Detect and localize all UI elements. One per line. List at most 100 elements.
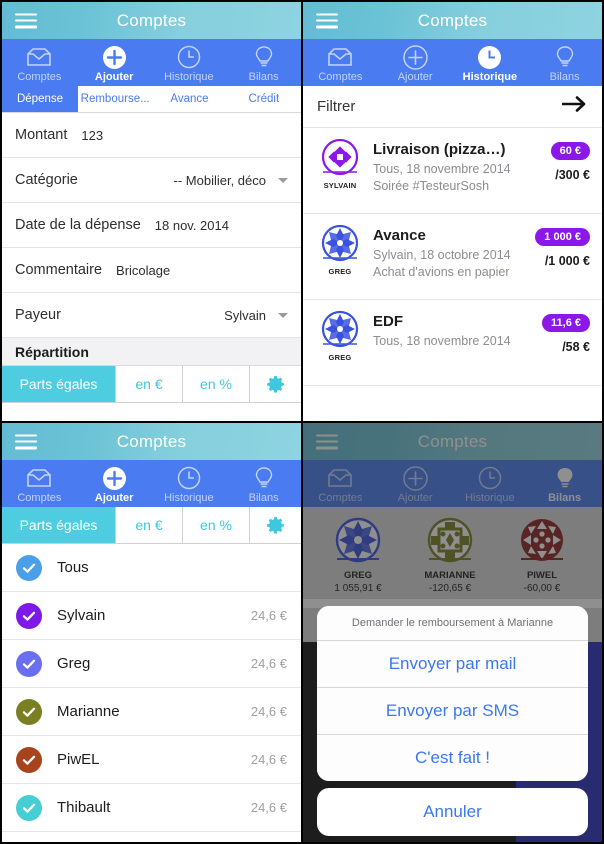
action-send-mail[interactable]: Envoyer par mail xyxy=(317,641,588,688)
nav-item-comptes[interactable]: Comptes xyxy=(303,39,378,86)
balance-item[interactable]: MARIANNE -120,65 € xyxy=(413,516,487,594)
list-item[interactable]: Greg 24,6 € xyxy=(2,640,301,688)
field-montant[interactable]: Montant 123 xyxy=(2,113,301,158)
action-mark-done[interactable]: C'est fait ! xyxy=(317,735,588,781)
split-mode-percent[interactable]: en % xyxy=(183,366,250,402)
avatar: GREG xyxy=(313,310,367,362)
chevron-down-icon[interactable] xyxy=(278,312,288,318)
participant-amount: 24,6 € xyxy=(250,656,287,671)
check-circle-icon[interactable] xyxy=(16,794,42,821)
tab-avance[interactable]: Avance xyxy=(152,86,226,112)
check-circle-icon[interactable] xyxy=(16,554,42,581)
avatar-name: SYLVAIN xyxy=(323,181,357,190)
nav-item-comptes[interactable]: Comptes xyxy=(2,39,77,86)
check-circle-icon[interactable] xyxy=(16,746,42,773)
field-commentaire[interactable]: Commentaire Bricolage xyxy=(2,248,301,293)
nav-label-historique: Historique xyxy=(465,491,515,504)
clock-icon xyxy=(478,466,502,491)
participant-name: Greg xyxy=(57,655,91,672)
field-date[interactable]: Date de la dépense 18 nov. 2014 xyxy=(2,203,301,248)
tab-credit[interactable]: Crédit xyxy=(227,86,301,112)
panel-action-sheet: Comptes Comptes Ajouter Historique Bilan… xyxy=(302,422,604,844)
bottom-nav: Comptes Ajouter Historique Bilans xyxy=(2,39,301,86)
balance-value: -60,00 € xyxy=(523,583,561,594)
list-item[interactable]: Tous xyxy=(2,544,301,592)
nav-item-ajouter[interactable]: Ajouter xyxy=(77,460,152,507)
nav-item-comptes[interactable]: Comptes xyxy=(2,460,77,507)
amount-badge: 60 € xyxy=(550,142,590,160)
filter-row[interactable]: Filtrer xyxy=(303,86,602,128)
split-mode-euro[interactable]: en € xyxy=(116,507,183,543)
hamburger-menu-icon[interactable] xyxy=(316,13,338,28)
bottom-nav: Comptes Ajouter Historique Bilans xyxy=(303,460,602,507)
balance-item[interactable]: GREG 1 055,91 € xyxy=(321,516,395,594)
check-circle-icon[interactable] xyxy=(16,698,42,725)
balance-item[interactable]: THIBAULT -79,96 € xyxy=(597,516,602,594)
hamburger-menu-icon[interactable] xyxy=(316,434,338,449)
amount-total: /300 € xyxy=(555,168,590,182)
hamburger-menu-icon[interactable] xyxy=(15,13,37,28)
lightbulb-icon xyxy=(254,466,274,491)
transaction-row[interactable]: GREG EDF Tous, 18 novembre 2014 11,6 € /… xyxy=(303,300,602,386)
participant-name: Thibault xyxy=(57,799,111,816)
split-mode-parts-egales[interactable]: Parts égales xyxy=(2,507,116,543)
split-mode-percent[interactable]: en % xyxy=(183,507,250,543)
action-send-sms[interactable]: Envoyer par SMS xyxy=(317,688,588,735)
clock-icon xyxy=(477,45,502,70)
nav-item-historique[interactable]: Historique xyxy=(453,39,528,86)
list-item[interactable]: Thibault 24,6 € xyxy=(2,784,301,832)
field-categorie[interactable]: Catégorie -- Mobilier, déco xyxy=(2,158,301,203)
nav-label-historique: Historique xyxy=(462,70,518,83)
nav-item-historique[interactable]: Historique xyxy=(152,460,227,507)
panel-history: Comptes Comptes Ajouter Historique Bilan… xyxy=(302,0,604,422)
participant-amount: 24,6 € xyxy=(250,752,287,767)
titlebar: Comptes xyxy=(303,2,602,39)
nav-item-historique[interactable]: Historique xyxy=(453,460,528,507)
participant-name: Tous xyxy=(57,559,89,576)
expense-type-tabs: Dépense Rembourse... Avance Crédit xyxy=(2,86,301,113)
nav-item-bilans[interactable]: Bilans xyxy=(527,460,602,507)
list-item[interactable]: Sylvain 24,6 € xyxy=(2,592,301,640)
tab-depense[interactable]: Dépense xyxy=(2,86,78,112)
tab-remboursement[interactable]: Rembourse... xyxy=(78,86,152,112)
split-mode-bar: Parts égales en € en % xyxy=(2,507,301,544)
avatar: GREG xyxy=(313,224,367,276)
amount-badge: 1 000 € xyxy=(535,228,590,246)
nav-item-ajouter[interactable]: Ajouter xyxy=(77,39,152,86)
nav-label-ajouter: Ajouter xyxy=(94,491,134,504)
nav-item-ajouter[interactable]: Ajouter xyxy=(378,460,453,507)
nav-item-historique[interactable]: Historique xyxy=(152,39,227,86)
transaction-list: SYLVAIN Livraison (pizza…) Tous, 18 nove… xyxy=(303,128,602,386)
transaction-subtitle: Tous, 18 novembre 2014 xyxy=(373,334,511,348)
chevron-down-icon[interactable] xyxy=(278,177,288,183)
transaction-row[interactable]: GREG Avance Sylvain, 18 octobre 2014 Ach… xyxy=(303,214,602,300)
nav-item-bilans[interactable]: Bilans xyxy=(527,39,602,86)
balance-item[interactable]: PIWEL -60,00 € xyxy=(505,516,579,594)
list-item[interactable]: Marianne 24,6 € xyxy=(2,688,301,736)
nav-label-historique: Historique xyxy=(164,70,214,83)
field-payeur[interactable]: Payeur Sylvain xyxy=(2,293,301,338)
nav-item-comptes[interactable]: Comptes xyxy=(303,460,378,507)
field-value-date: 18 nov. 2014 xyxy=(154,217,229,233)
check-circle-icon[interactable] xyxy=(16,602,42,629)
hamburger-menu-icon[interactable] xyxy=(15,434,37,449)
nav-item-bilans[interactable]: Bilans xyxy=(226,39,301,86)
amount-total: /58 € xyxy=(562,340,590,354)
gear-icon[interactable] xyxy=(250,507,301,543)
action-cancel[interactable]: Annuler xyxy=(317,788,588,836)
nav-item-bilans[interactable]: Bilans xyxy=(226,460,301,507)
gear-icon[interactable] xyxy=(250,366,301,402)
amount-badge: 11,6 € xyxy=(542,314,590,332)
arrow-right-icon[interactable] xyxy=(561,96,588,117)
identicon-icon xyxy=(427,517,473,563)
avatar-name: GREG xyxy=(328,353,352,362)
nav-item-ajouter[interactable]: Ajouter xyxy=(378,39,453,86)
nav-label-comptes: Comptes xyxy=(17,70,62,83)
list-item[interactable]: PiwEL 24,6 € xyxy=(2,736,301,784)
check-circle-icon[interactable] xyxy=(16,650,42,677)
transaction-row[interactable]: SYLVAIN Livraison (pizza…) Tous, 18 nove… xyxy=(303,128,602,214)
plus-circle-icon xyxy=(102,466,127,491)
split-mode-parts-egales[interactable]: Parts égales xyxy=(2,366,116,402)
inbox-icon xyxy=(26,45,52,70)
split-mode-euro[interactable]: en € xyxy=(116,366,183,402)
